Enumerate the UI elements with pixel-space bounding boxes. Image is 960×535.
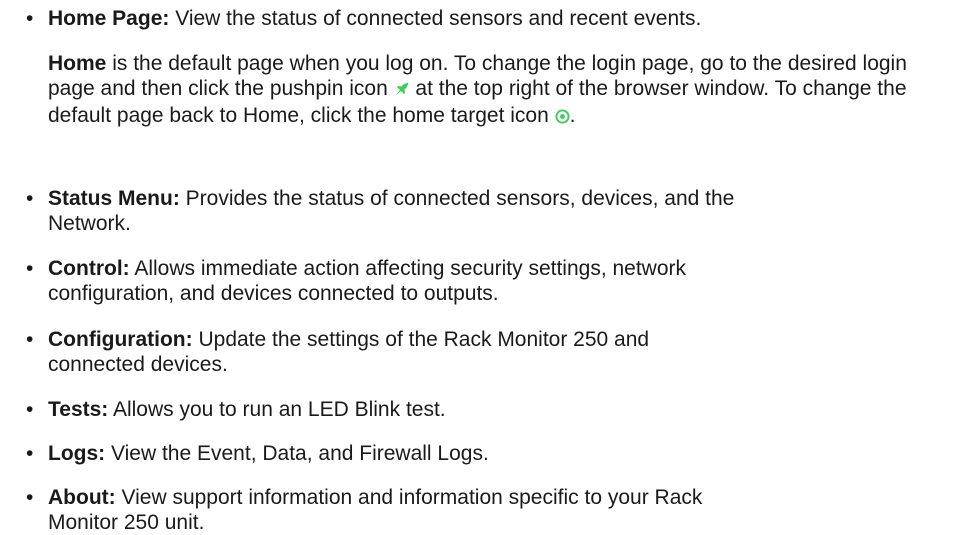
term-tests: Tests: xyxy=(48,398,109,421)
term-configuration: Configuration: xyxy=(48,328,193,351)
description-tests: Allows you to run an LED Blink test. xyxy=(108,398,446,421)
home-target-icon xyxy=(555,105,570,130)
list-item-text: Configuration: Update the settings of th… xyxy=(48,327,748,377)
term-logs: Logs: xyxy=(48,442,106,465)
bullet: • xyxy=(26,328,34,351)
bullet: • xyxy=(26,398,34,421)
bullet: • xyxy=(26,187,34,210)
list-item-text: Status Menu: Provides the status of conn… xyxy=(48,186,748,236)
list-item-text: Logs: View the Event, Data, and Firewall… xyxy=(48,441,928,466)
home-note-paragraph: Home is the default page when you log on… xyxy=(48,51,928,130)
term-status-menu: Status Menu: xyxy=(48,187,180,210)
description-home-page: View the status of connected sensors and… xyxy=(169,7,702,30)
bullet: • xyxy=(26,486,34,509)
term-home: Home xyxy=(48,52,107,75)
term-control: Control: xyxy=(48,257,130,280)
list-item-text: About: View support information and info… xyxy=(48,485,748,535)
list-item-text: Tests: Allows you to run an LED Blink te… xyxy=(48,397,928,422)
pushpin-icon xyxy=(394,78,410,103)
bullet: • xyxy=(26,7,34,30)
list-item-text: Control: Allows immediate action affecti… xyxy=(48,256,748,306)
term-about: About: xyxy=(48,486,116,509)
description-control: Allows immediate action affecting securi… xyxy=(48,257,687,305)
bullet: • xyxy=(26,442,34,465)
description-logs: View the Event, Data, and Firewall Logs. xyxy=(105,442,489,465)
bullet: • xyxy=(26,257,34,280)
home-note-text-c: . xyxy=(569,104,576,127)
term-home-page: Home Page: xyxy=(48,7,170,30)
list-item-text: Home Page: View the status of connected … xyxy=(48,6,928,31)
description-about: View support information and information… xyxy=(48,486,703,534)
